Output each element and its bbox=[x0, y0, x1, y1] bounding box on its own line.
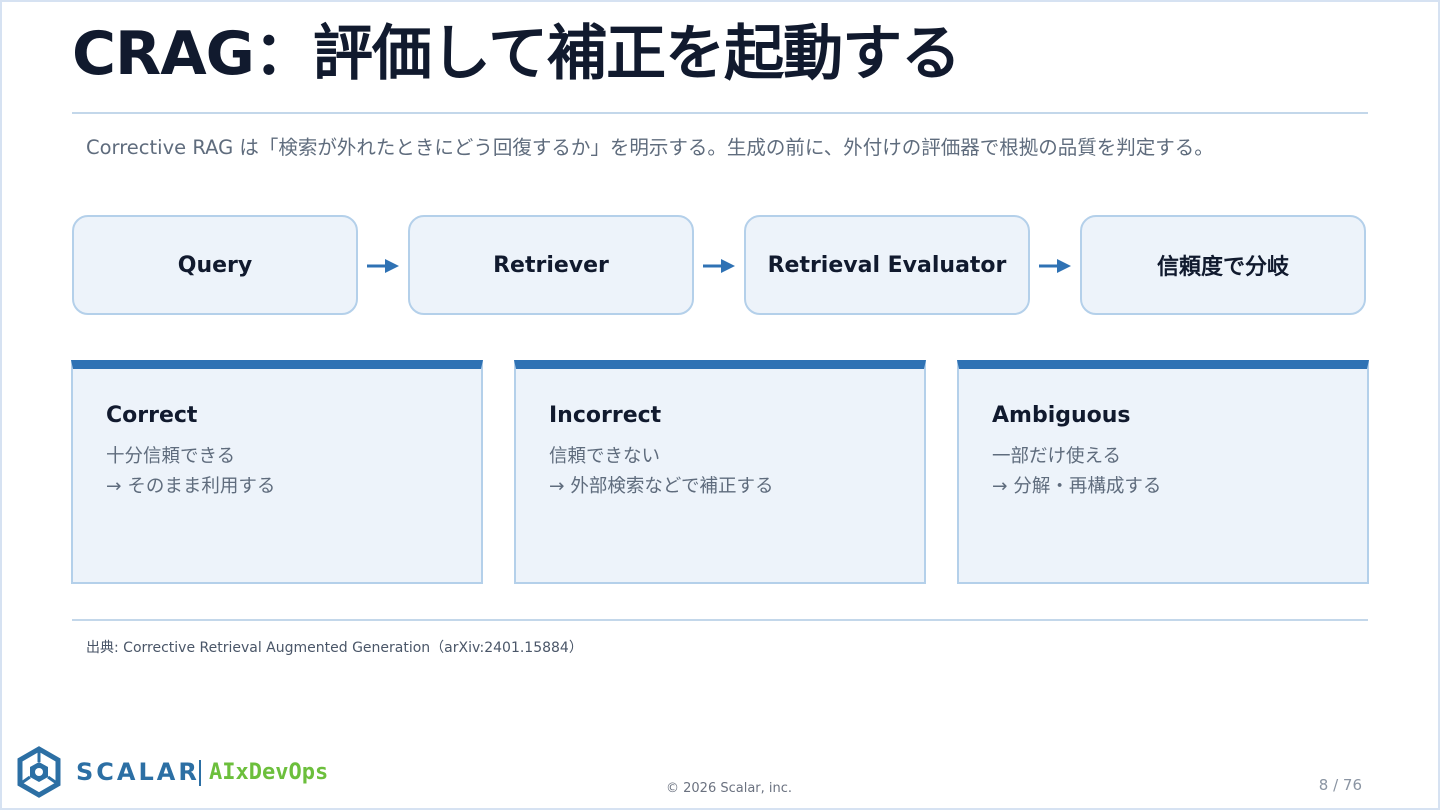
card-ambiguous: Ambiguous 一部だけ使える → 分解・再構成する bbox=[957, 360, 1369, 584]
slide-title: CRAG：評価して補正を起動する bbox=[72, 19, 961, 89]
source-citation: 出典: Corrective Retrieval Augmented Gener… bbox=[86, 640, 583, 656]
card-text: → 分解・再構成する bbox=[992, 476, 1162, 497]
card-incorrect: Incorrect 信頼できない → 外部検索などで補正する bbox=[514, 360, 926, 584]
copyright: © 2026 Scalar, inc. bbox=[666, 781, 793, 796]
flow-arrow-icon bbox=[703, 259, 735, 273]
card-title: Incorrect bbox=[549, 403, 662, 428]
card-text: → そのまま利用する bbox=[106, 476, 276, 497]
card-text: 信頼できない bbox=[549, 446, 661, 467]
flow-step-branch: 信頼度で分岐 bbox=[1080, 215, 1366, 315]
page-number: 8 / 76 bbox=[1318, 776, 1362, 794]
sub-brand-name: AIxDevOps bbox=[209, 760, 329, 785]
scalar-logo-icon bbox=[17, 746, 61, 798]
card-title: Correct bbox=[106, 403, 198, 428]
title-divider bbox=[72, 112, 1368, 114]
flow-step-retriever: Retriever bbox=[408, 215, 694, 315]
card-correct: Correct 十分信頼できる → そのまま利用する bbox=[71, 360, 483, 584]
card-text: → 外部検索などで補正する bbox=[549, 476, 774, 497]
flow-arrow-icon bbox=[367, 259, 399, 273]
flow-step-query: Query bbox=[72, 215, 358, 315]
card-text: 十分信頼できる bbox=[106, 446, 236, 467]
flow-arrow-icon bbox=[1039, 259, 1071, 273]
source-divider bbox=[72, 619, 1368, 621]
card-text: 一部だけ使える bbox=[992, 446, 1121, 467]
lead-text: Corrective RAG は「検索が外れたときにどう回復するか」を明示する。… bbox=[86, 136, 1214, 159]
brand-divider bbox=[199, 760, 201, 786]
card-title: Ambiguous bbox=[992, 403, 1131, 428]
brand-name: SCALAR bbox=[76, 758, 200, 786]
flow-step-retrieval-evaluator: Retrieval Evaluator bbox=[744, 215, 1030, 315]
